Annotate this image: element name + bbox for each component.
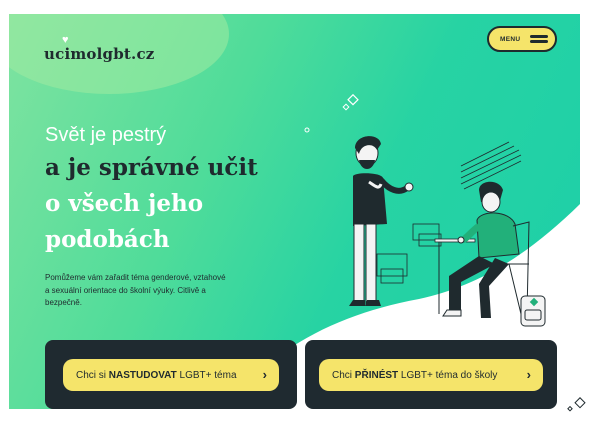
hero-heading-line-1: Svět je pestrý [45,124,167,146]
hero-section: ♥ ucimolgbt.cz MENU Svět je pestrý a je … [9,14,580,409]
cta-study-pre: Chci si [76,369,109,381]
hero-heading: Svět je pestrý a je správné učit o všech… [45,120,258,258]
hamburger-icon [530,35,548,45]
chevron-right-icon: › [262,367,267,382]
chevron-right-icon: › [526,367,531,382]
cta-study-post: LGBT+ téma [176,369,237,381]
hero-description: Pomůžeme vám zařadit téma genderové, vzt… [45,273,226,307]
hero-heading-line-4: podobách [45,226,170,253]
logo-text: ucimolgbt.cz [44,45,155,63]
menu-label: MENU [500,35,521,43]
cta-bring-bold: PŘINÉST [354,369,399,381]
cta-bring-post: LGBT+ téma do školy [398,369,498,381]
menu-button[interactable]: MENU [487,26,557,52]
study-lgbt-button[interactable]: Chci si NASTUDOVAT LGBT+ téma › [63,359,279,391]
diamond-deco-icon [567,397,586,412]
cta-card-bring: Chci PŘINÉST LGBT+ téma do školy › [305,340,557,409]
cta-study-bold: NASTUDOVAT [108,369,177,381]
page: ♥ ucimolgbt.cz MENU Svět je pestrý a je … [0,0,590,424]
hero-heading-line-3: o všech jeho [45,190,204,217]
site-logo[interactable]: ♥ ucimolgbt.cz [44,34,155,64]
hero-heading-line-2: a je správné učit [45,154,258,181]
cta-card-study: Chci si NASTUDOVAT LGBT+ téma › [45,340,297,409]
heart-icon: ♥ [62,34,69,46]
bring-lgbt-button[interactable]: Chci PŘINÉST LGBT+ téma do školy › [319,359,543,391]
cta-bring-pre: Chci [332,369,355,381]
